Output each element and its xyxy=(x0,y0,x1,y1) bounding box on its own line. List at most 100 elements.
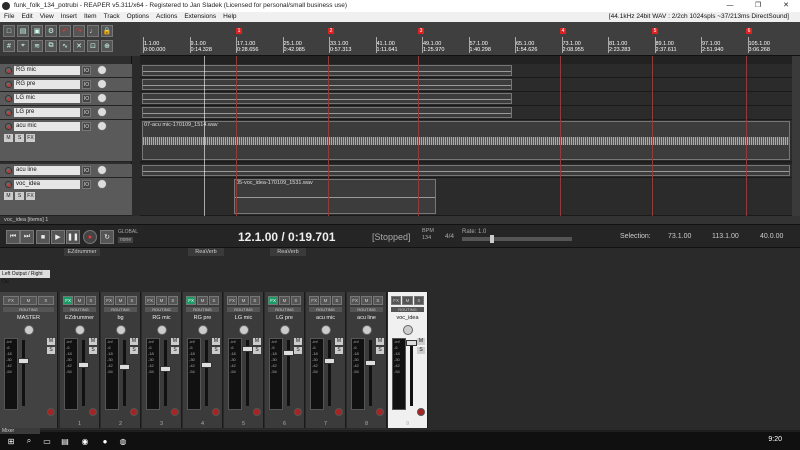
channel-strip[interactable]: FX M S ROUTING LG pre -inf -6 -18 -30 -42 -54 M S 6 xyxy=(265,292,305,428)
record-arm-icon[interactable] xyxy=(5,81,12,88)
mute-button[interactable]: M xyxy=(212,338,220,345)
redo-icon[interactable]: ↷ xyxy=(73,25,85,37)
pan-knob[interactable] xyxy=(238,325,249,335)
stop-button[interactable]: ■ xyxy=(36,230,50,244)
menu-view[interactable]: View xyxy=(40,12,54,22)
fx-button[interactable]: FX xyxy=(26,134,35,142)
channel-strip[interactable]: FX M S ROUTING EZdrummer -inf -6 -18 -30 -42 -54 M S… xyxy=(60,292,100,428)
menu-item[interactable]: Item xyxy=(84,12,97,22)
solo-button[interactable]: S xyxy=(376,347,384,354)
mute-button[interactable]: M xyxy=(417,338,425,345)
volume-fader[interactable] xyxy=(160,366,171,372)
new-project-icon[interactable]: □ xyxy=(3,25,15,37)
grid-icon[interactable]: # xyxy=(3,40,15,52)
region-marker[interactable]: 4 xyxy=(560,28,566,34)
track-io-button[interactable]: IO xyxy=(82,80,91,89)
media-item[interactable] xyxy=(142,107,512,118)
track-lane[interactable] xyxy=(140,92,792,106)
media-item[interactable]: 05-voc_idea-170109_1531.wav xyxy=(234,179,436,214)
time-display[interactable]: 12.1.00 / 0:19.701 xyxy=(238,230,335,244)
media-item[interactable] xyxy=(142,93,512,104)
record-arm-icon[interactable] xyxy=(335,408,343,416)
mute-button[interactable]: M xyxy=(402,296,413,305)
menu-actions[interactable]: Actions xyxy=(156,12,177,22)
routing-button[interactable]: ROUTING xyxy=(104,307,137,312)
pan-knob[interactable] xyxy=(74,325,85,335)
trim-icon[interactable]: ⊡ xyxy=(87,40,99,52)
mute-button[interactable]: M xyxy=(335,338,343,345)
menu-edit[interactable]: Edit xyxy=(21,12,32,22)
lock-icon[interactable]: 🔒 xyxy=(101,25,113,37)
mute-button[interactable]: M xyxy=(197,296,208,305)
record-arm-icon[interactable] xyxy=(294,408,302,416)
mute-button[interactable]: M xyxy=(253,338,261,345)
record-arm-icon[interactable] xyxy=(5,181,12,188)
ripple-icon[interactable]: ≋ xyxy=(31,40,43,52)
channel-strip[interactable]: FX M S ROUTING acu line -inf -6 -18 -30 -42 -54 M S 8 xyxy=(347,292,387,428)
pan-knob[interactable] xyxy=(279,325,290,335)
pan-knob[interactable] xyxy=(197,325,208,335)
fx-button[interactable]: FX xyxy=(145,296,156,305)
track-volume-knob[interactable] xyxy=(97,121,107,131)
envelope-icon[interactable]: ∿ xyxy=(59,40,71,52)
fx-button[interactable]: FX xyxy=(309,296,320,305)
region-marker[interactable]: 5 xyxy=(652,28,658,34)
solo-button[interactable]: S xyxy=(130,347,138,354)
track-volume-knob[interactable] xyxy=(97,93,107,103)
fx-button[interactable]: FX xyxy=(350,296,361,305)
fx-button[interactable]: FX xyxy=(104,296,115,305)
snap-icon[interactable]: ⌖ xyxy=(17,40,29,52)
project-settings-icon[interactable]: ⚙ xyxy=(45,25,57,37)
solo-button[interactable]: S xyxy=(294,347,302,354)
pan-knob[interactable] xyxy=(361,325,372,335)
track-header[interactable]: acu line IO xyxy=(0,164,132,178)
media-item[interactable] xyxy=(142,79,512,90)
solo-button[interactable]: S xyxy=(15,192,24,200)
channel-name[interactable]: EZdrummer xyxy=(62,314,97,322)
track-name[interactable]: LG pre xyxy=(14,108,80,117)
fx-button[interactable]: FX xyxy=(186,296,197,305)
channel-name[interactable]: RG pre xyxy=(185,314,220,322)
rate-slider[interactable] xyxy=(462,235,572,243)
mixer-tab[interactable]: Mixer xyxy=(0,428,40,434)
track-io-button[interactable]: IO xyxy=(82,66,91,75)
track-io-button[interactable]: IO xyxy=(82,108,91,117)
volume-fader[interactable] xyxy=(201,362,212,368)
mute-button[interactable]: M xyxy=(89,338,97,345)
master-output-label[interactable]: Left Output / Right Ou xyxy=(0,270,50,285)
solo-button[interactable]: S xyxy=(253,347,261,354)
track-lane[interactable] xyxy=(140,78,792,92)
media-item[interactable] xyxy=(142,165,790,176)
menu-track[interactable]: Track xyxy=(104,12,120,22)
record-arm-icon[interactable] xyxy=(5,167,12,174)
routing-button[interactable]: ROUTING xyxy=(63,307,96,312)
routing-button[interactable]: ROUTING xyxy=(227,307,260,312)
selection-length[interactable]: 40.0.00 xyxy=(760,233,783,240)
open-project-icon[interactable]: ▤ xyxy=(17,25,29,37)
volume-fader[interactable] xyxy=(365,360,376,366)
track-name[interactable]: acu mic xyxy=(14,122,80,131)
mute-button[interactable]: M xyxy=(115,296,126,305)
track-lane[interactable] xyxy=(140,64,792,78)
routing-button[interactable]: ROUTING xyxy=(350,307,383,312)
volume-fader[interactable] xyxy=(18,358,29,364)
solo-button[interactable]: S xyxy=(417,347,425,354)
arrange-scrollbar[interactable] xyxy=(792,56,800,216)
channel-name[interactable]: acu line xyxy=(349,314,384,322)
track-header[interactable]: acu mic IO M S FX xyxy=(0,120,132,162)
track-name[interactable]: acu line xyxy=(14,166,80,175)
master-channel-strip[interactable]: FX M S ROUTING MASTER -inf -6 -18 -30 -42 -54 M S xyxy=(0,292,58,428)
record-arm-icon[interactable] xyxy=(5,123,12,130)
group-icon[interactable]: ⧉ xyxy=(45,40,57,52)
routing-button[interactable]: ROUTING xyxy=(186,307,219,312)
channel-strip[interactable]: FX M S ROUTING RG pre -inf -6 -18 -30 -42 -54 M S 4 xyxy=(183,292,223,428)
record-arm-icon[interactable] xyxy=(253,408,261,416)
fx-button[interactable]: FX xyxy=(391,296,402,305)
record-arm-icon[interactable] xyxy=(89,408,97,416)
solo-button[interactable]: S xyxy=(15,134,24,142)
track-volume-knob[interactable] xyxy=(97,179,107,189)
file-explorer-icon[interactable]: ▤ xyxy=(60,436,70,446)
track-lane[interactable]: 07-acu mic-170109_1514.wav xyxy=(140,120,792,162)
routing-button[interactable]: ROUTING xyxy=(3,307,54,312)
record-arm-icon[interactable] xyxy=(5,109,12,116)
